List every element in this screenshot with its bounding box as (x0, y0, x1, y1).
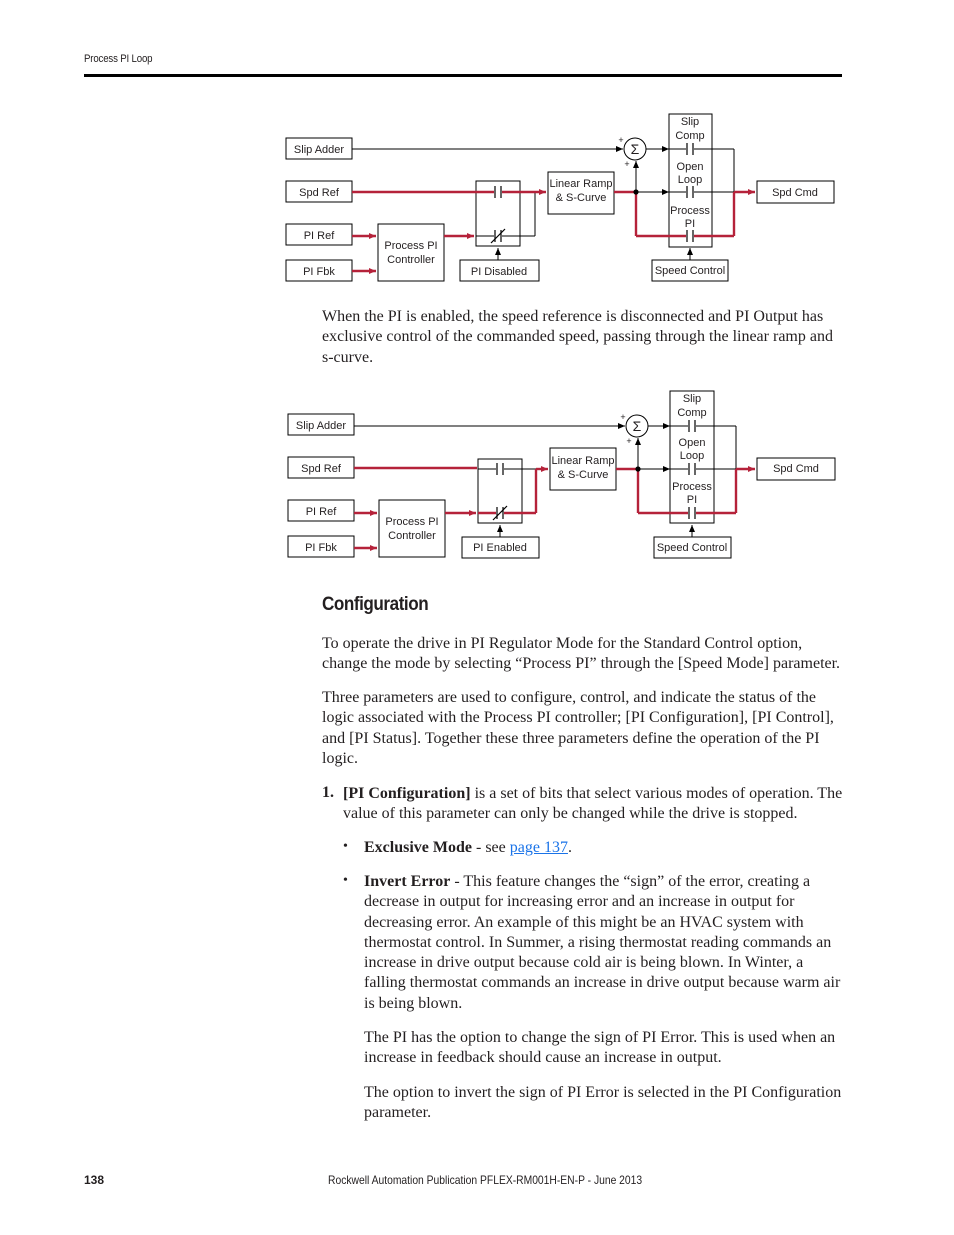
mode-slip-label-1: Slip (681, 116, 699, 128)
page-137-link[interactable]: page 137 (510, 839, 568, 856)
pi-configuration-term: [PI Configuration] (343, 785, 471, 802)
pi-disabled-label: PI Disabled (471, 266, 527, 278)
pi-ref-label: PI Ref (304, 230, 336, 242)
slip-adder-label: Slip Adder (294, 144, 344, 156)
speed-control-label: Speed Control (655, 265, 725, 277)
invert-error-paragraph-1: The PI has the option to change the sign… (364, 1029, 836, 1067)
plus-sign-top: + (618, 135, 623, 145)
pi-fbk-label: PI Fbk (305, 542, 337, 554)
mode-open-label-2: Loop (678, 174, 702, 186)
mode-slip-label-2: Comp (675, 130, 704, 142)
spd-cmd-label: Spd Cmd (772, 187, 818, 199)
process-pi-controller-box (378, 499, 446, 558)
speed-control-label: Speed Control (657, 542, 727, 554)
publication-footer: Rockwell Automation Publication PFLEX-RM… (328, 1173, 643, 1187)
spd-cmd-label: Spd Cmd (773, 463, 819, 475)
plus-sign-bottom: + (626, 436, 631, 446)
spd-ref-label: Spd Ref (299, 187, 340, 199)
mode-slip-label-1: Slip (683, 393, 701, 405)
invert-error-paragraph-2: The option to invert the sign of PI Erro… (364, 1084, 842, 1122)
pi-ref-label: PI Ref (306, 506, 338, 518)
diagram-pi-enabled: Slip Adder Spd Ref PI Ref PI Fbk Process… (280, 386, 840, 566)
mode-pi-label-1: Process (670, 205, 710, 217)
ramp-label-1: Linear Ramp (550, 178, 613, 190)
list-item-pi-configuration: [PI Configuration] is a set of bits that… (343, 785, 843, 823)
controller-label-1: Process PI (384, 240, 437, 252)
list-item-number: 1. (322, 784, 334, 801)
ramp-label-2: & S-Curve (556, 192, 607, 204)
config-paragraph-2: Three parameters are used to configure, … (322, 689, 834, 767)
controller-label-1: Process PI (385, 516, 438, 528)
plus-sign-bottom: + (624, 159, 629, 169)
controller-label-2: Controller (387, 254, 435, 266)
pi-fbk-label: PI Fbk (303, 266, 335, 278)
controller-label-2: Controller (388, 530, 436, 542)
ramp-label-1: Linear Ramp (552, 455, 615, 467)
bullet-icon: • (343, 873, 348, 888)
mode-pi-label-1: Process (672, 481, 712, 493)
spd-ref-label: Spd Ref (301, 463, 342, 475)
mode-slip-label-2: Comp (677, 407, 706, 419)
mode-pi-label-2: PI (687, 494, 697, 506)
diagram-pi-disabled: Slip Adder Spd Ref PI Ref PI Fbk Process… (280, 110, 840, 290)
slip-adder-label: Slip Adder (296, 420, 346, 432)
middle-paragraph: When the PI is enabled, the speed refere… (322, 308, 833, 366)
section-heading: Configuration (322, 594, 429, 615)
page-number: 138 (84, 1173, 105, 1187)
sigma-icon: Σ (633, 418, 642, 434)
header-rule (84, 74, 842, 77)
pi-enabled-label: PI Enabled (473, 542, 527, 554)
bullet-icon: • (343, 839, 348, 854)
process-pi-controller-box (377, 223, 445, 282)
bullet-invert-error: Invert Error - This feature changes the … (364, 873, 841, 1012)
bullet-exclusive-mode: Exclusive Mode - see page 137. (364, 839, 572, 856)
mode-open-label-1: Open (677, 161, 704, 173)
mode-open-label-2: Loop (680, 450, 704, 462)
running-header: Process PI Loop (84, 53, 153, 65)
mode-pi-label-2: PI (685, 218, 695, 230)
sigma-icon: Σ (631, 141, 640, 157)
ramp-label-2: & S-Curve (558, 469, 609, 481)
config-paragraph-1: To operate the drive in PI Regulator Mod… (322, 635, 841, 673)
plus-sign-top: + (620, 412, 625, 422)
mode-open-label-1: Open (679, 437, 706, 449)
